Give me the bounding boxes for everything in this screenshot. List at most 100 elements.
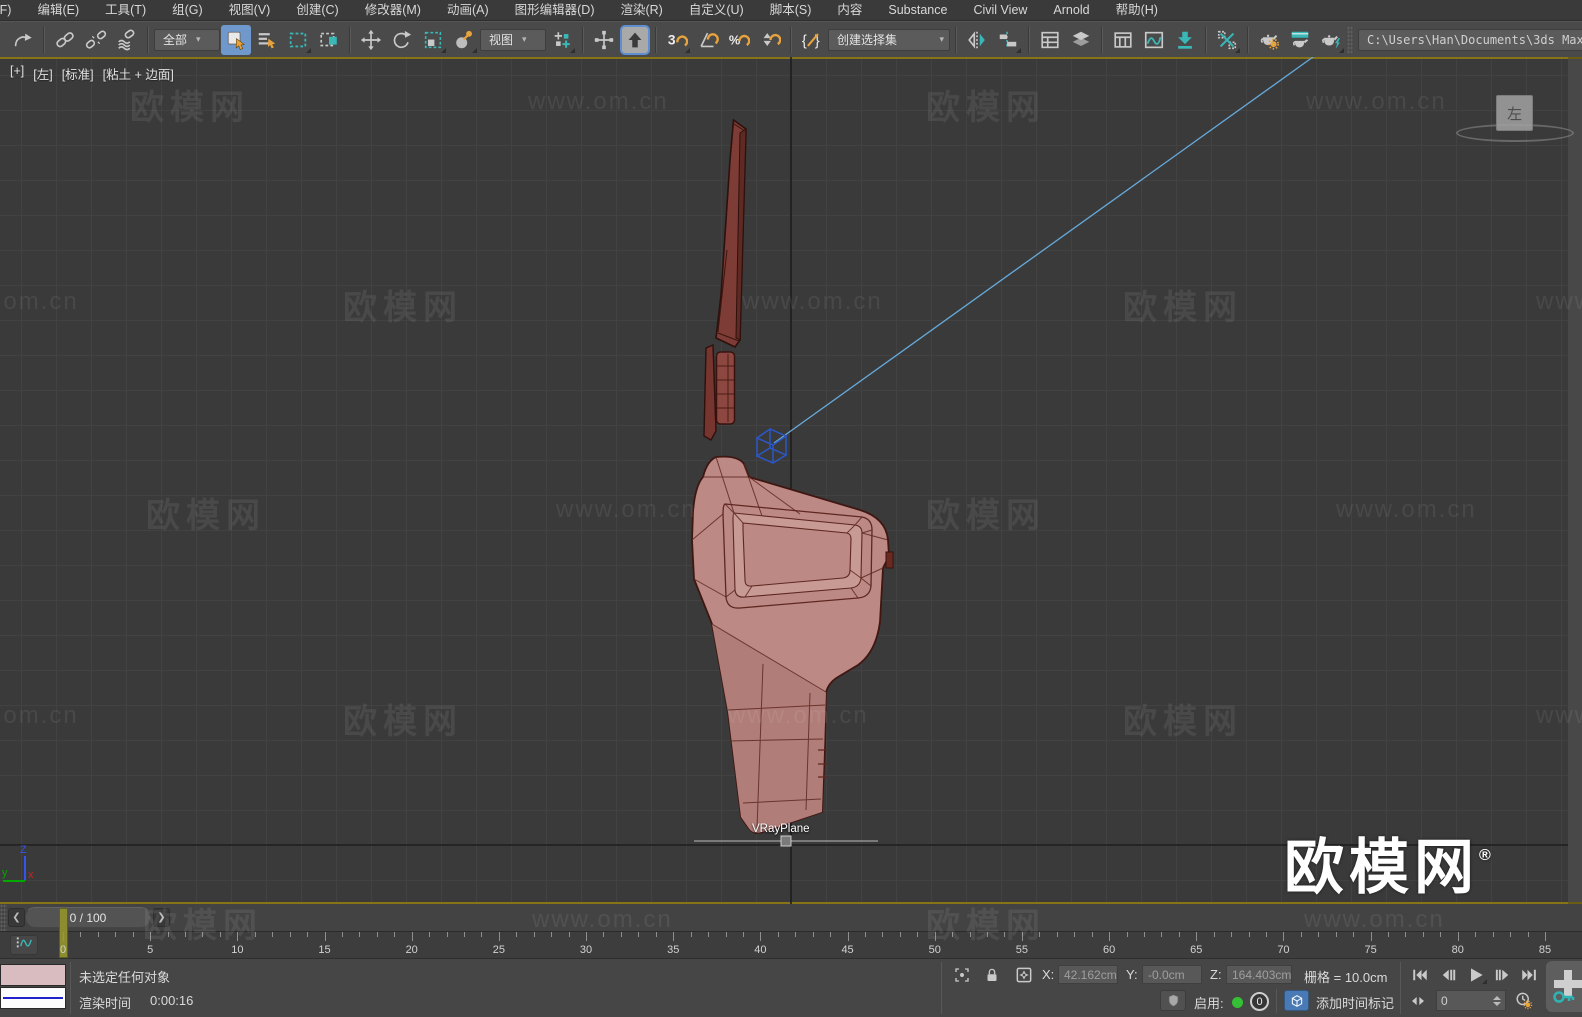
spinner-snap-toggle-button[interactable] bbox=[755, 25, 785, 55]
go-to-start-button[interactable] bbox=[1408, 964, 1432, 985]
previous-frame-button[interactable] bbox=[1436, 964, 1460, 985]
transform-typein-icon bbox=[1014, 965, 1034, 985]
open-mini-curve-editor-button[interactable] bbox=[10, 935, 38, 955]
angle-snap-toggle-button[interactable] bbox=[693, 25, 723, 55]
time-slider-prev-button[interactable]: ❮ bbox=[8, 908, 25, 927]
toggle-ribbon-button[interactable] bbox=[1108, 25, 1138, 55]
select-and-scale-button[interactable] bbox=[418, 25, 448, 55]
select-and-manipulate-button[interactable] bbox=[589, 25, 619, 55]
rectangular-selection-region-button[interactable] bbox=[283, 25, 313, 55]
viewport-menu-plus[interactable]: [+] bbox=[10, 64, 24, 83]
select-and-rotate-button[interactable] bbox=[387, 25, 417, 55]
menu-item-16[interactable]: 帮助(H) bbox=[1103, 0, 1171, 20]
menu-item-10[interactable]: 自定义(U) bbox=[676, 0, 757, 20]
schematic-view-button[interactable] bbox=[1170, 25, 1200, 55]
use-pivot-point-center-button[interactable] bbox=[547, 25, 577, 55]
viewport-left[interactable] bbox=[0, 57, 1568, 904]
keyboard-shortcut-override-button[interactable] bbox=[620, 24, 650, 55]
selection-filter-value: 全部 bbox=[163, 33, 188, 47]
project-folder-dropdown[interactable]: C:\Users\Han\Documents\3ds Max 2022▾ bbox=[1358, 28, 1582, 51]
viewport-menu-shading[interactable]: [粘土 + 边面] bbox=[103, 64, 174, 83]
select-and-link-button[interactable] bbox=[50, 25, 80, 55]
frame-tick bbox=[777, 932, 779, 937]
select-object-button[interactable] bbox=[221, 24, 251, 55]
menu-item-11[interactable]: 脚本(S) bbox=[757, 0, 825, 20]
y-coordinate-label: Y: bbox=[1126, 967, 1138, 982]
create-new-content-button[interactable] bbox=[1545, 960, 1582, 1013]
isolate-selection-button[interactable] bbox=[950, 965, 974, 985]
redo-button[interactable] bbox=[8, 25, 38, 55]
y-coordinate-field[interactable]: -0.0cm bbox=[1142, 965, 1202, 984]
status-separator bbox=[1400, 962, 1401, 1014]
mirror-button[interactable] bbox=[962, 25, 992, 55]
snaps-toggle-3d-button[interactable]: 3 bbox=[662, 25, 692, 55]
window-crossing-button[interactable] bbox=[314, 25, 344, 55]
material-editor-button[interactable] bbox=[1212, 25, 1242, 55]
menu-item-4[interactable]: 视图(V) bbox=[216, 0, 284, 20]
go-to-end-button[interactable] bbox=[1517, 964, 1541, 985]
maxscript-mini-listener-pink[interactable] bbox=[0, 964, 66, 986]
spinner-snap-icon bbox=[759, 29, 781, 51]
frame-tick bbox=[376, 932, 378, 937]
curve-editor-button[interactable] bbox=[1139, 25, 1169, 55]
select-and-move-button[interactable] bbox=[356, 25, 386, 55]
z-coordinate-field[interactable]: 164.403cm bbox=[1226, 965, 1292, 984]
x-coordinate-field[interactable]: 42.162cm bbox=[1058, 965, 1118, 984]
menu-item-1[interactable]: 编辑(E) bbox=[24, 0, 92, 20]
menu-item-7[interactable]: 动画(A) bbox=[434, 0, 502, 20]
selection-lock-button[interactable] bbox=[980, 965, 1004, 985]
add-time-tag-cube-button[interactable] bbox=[1284, 990, 1309, 1011]
time-configuration-button[interactable] bbox=[1510, 990, 1536, 1011]
menu-item-0[interactable]: 件(F) bbox=[0, 0, 24, 20]
menu-item-13[interactable]: Substance bbox=[875, 0, 960, 20]
menu-item-12[interactable]: 内容 bbox=[824, 0, 875, 20]
menu-item-8[interactable]: 图形编辑器(D) bbox=[502, 0, 608, 20]
menu-item-6[interactable]: 修改器(M) bbox=[352, 0, 434, 20]
align-button[interactable] bbox=[993, 25, 1023, 55]
select-cursor-icon bbox=[225, 29, 247, 51]
add-time-tag[interactable]: 添加时间标记 bbox=[1316, 993, 1394, 1012]
frame-tick bbox=[185, 932, 187, 937]
menu-item-15[interactable]: Arnold bbox=[1040, 0, 1102, 20]
select-and-place-button[interactable] bbox=[449, 25, 479, 55]
current-frame-field[interactable]: 0 bbox=[1436, 990, 1506, 1011]
toggle-scene-explorer-button[interactable] bbox=[1035, 25, 1065, 55]
time-slider-next-button[interactable]: ❯ bbox=[153, 908, 170, 927]
selection-filter-dropdown[interactable]: 全部 ▾ bbox=[154, 28, 220, 51]
dock-handle[interactable] bbox=[0, 904, 7, 931]
frame-tick bbox=[1422, 932, 1424, 937]
key-mode-toggle-button[interactable] bbox=[1406, 990, 1430, 1011]
bind-to-space-warp-button[interactable] bbox=[112, 25, 142, 55]
frame-spinner[interactable] bbox=[1493, 995, 1501, 1006]
absolute-transform-button[interactable] bbox=[1012, 964, 1036, 986]
unlink-selection-button[interactable] bbox=[81, 25, 111, 55]
toggle-layer-explorer-button[interactable] bbox=[1066, 25, 1096, 55]
reference-coordinate-dropdown[interactable]: 视图 ▾ bbox=[480, 28, 546, 51]
render-production-button[interactable] bbox=[1316, 25, 1346, 55]
viewcube[interactable]: 左 bbox=[1496, 95, 1533, 131]
viewport-menu-view[interactable]: [左] bbox=[33, 64, 52, 83]
percent-snap-toggle-button[interactable]: % bbox=[724, 25, 754, 55]
track-bar[interactable]: 0 5 10 15 20 25 30 35 40 45 50 55 60 65 70 75 80 85 bbox=[0, 908, 1582, 958]
play-button[interactable] bbox=[1462, 963, 1489, 986]
rendered-frame-window-button[interactable] bbox=[1285, 25, 1315, 55]
time-slider[interactable]: 0 / 100 bbox=[25, 907, 151, 928]
frame-tick bbox=[464, 932, 465, 937]
frame-tick-label: 30 bbox=[579, 944, 593, 956]
zero-badge[interactable]: 0 bbox=[1250, 992, 1269, 1011]
menu-item-3[interactable]: 组(G) bbox=[159, 0, 216, 20]
menu-item-14[interactable]: Civil View bbox=[960, 0, 1040, 20]
named-selection-sets-dropdown[interactable]: 创建选择集 ▾ bbox=[828, 28, 950, 51]
frame-tick bbox=[1370, 932, 1372, 941]
safe-scene-script-button[interactable] bbox=[1160, 990, 1186, 1011]
menu-item-2[interactable]: 工具(T) bbox=[92, 0, 159, 20]
named-selection-sets-value: 创建选择集 bbox=[837, 33, 898, 47]
menu-item-9[interactable]: 渲染(R) bbox=[607, 0, 675, 20]
render-setup-button[interactable] bbox=[1254, 25, 1284, 55]
edit-named-selection-sets-button[interactable]: {} bbox=[797, 25, 827, 55]
maxscript-mini-listener-white[interactable] bbox=[0, 987, 66, 1009]
next-frame-button[interactable] bbox=[1491, 964, 1515, 985]
menu-item-5[interactable]: 创建(C) bbox=[283, 0, 351, 20]
viewport-menu-standard[interactable]: [标准] bbox=[62, 64, 94, 83]
select-by-name-button[interactable] bbox=[252, 25, 282, 55]
